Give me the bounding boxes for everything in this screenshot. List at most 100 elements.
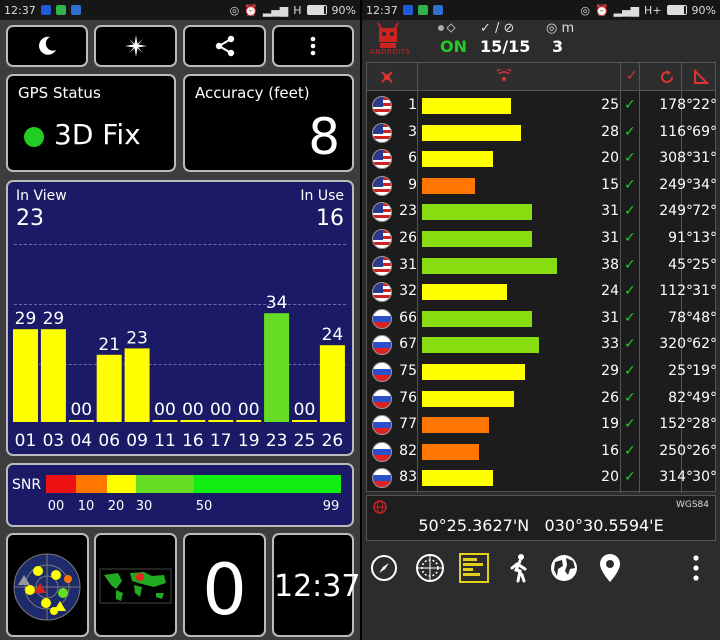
satellite-snr-label: 29 (43, 309, 65, 329)
elevation-cell: 49° (692, 389, 717, 406)
location-icon: ◎ (229, 3, 240, 17)
snr-cell: 24 (601, 283, 619, 300)
world-tab[interactable] (548, 552, 580, 584)
signal-list-tab[interactable] (458, 552, 490, 584)
radar-tab[interactable] (414, 552, 446, 584)
world-map-button[interactable] (94, 533, 177, 637)
satellite-snr-label: 00 (210, 400, 232, 420)
satellite-list-screen: 12:37 ◎ ⏰ ▂▄▆ H+ 90% ANDROITS ON ✓ / ⊘ 1… (362, 0, 720, 640)
accuracy-label: Accuracy (feet) (195, 84, 310, 102)
compass-icon (371, 555, 397, 581)
prn-cell: 77 (399, 416, 417, 433)
elevation-cell: 31° (692, 283, 717, 300)
elevation-cell: 30° (692, 469, 717, 486)
share-button[interactable] (183, 25, 266, 67)
prn-cell: 82 (399, 442, 417, 459)
status-bar: 12:37 ◎ ⏰ ▂▄▆ H+ 90% (362, 0, 720, 20)
snr-bar (422, 231, 533, 247)
used-check-icon: ✓ (624, 203, 636, 220)
satellite-prn-label: 23 (266, 431, 288, 451)
satellite-snr-label: 00 (182, 400, 204, 420)
prn-cell: 9 (408, 176, 417, 193)
vk-notification-icon (70, 5, 81, 15)
location-icon: ◎ (580, 3, 590, 17)
prn-cell: 1 (408, 97, 417, 113)
table-row[interactable]: 9 15 ✓ 249° 34° (367, 173, 717, 199)
coordinates: 50°25.3627'N 030°30.5594'E (367, 516, 715, 535)
table-row[interactable]: 23 31 ✓ 249° 72° (367, 199, 717, 225)
table-row[interactable]: 32 24 ✓ 112° 31° (367, 279, 717, 305)
snr-cell: 33 (601, 336, 619, 353)
logo-text: ANDROITS (370, 48, 411, 56)
night-mode-button[interactable] (6, 25, 88, 67)
satellite-bar (68, 420, 94, 422)
alarm-icon: ⏰ (594, 3, 609, 17)
table-row[interactable]: 76 26 ✓ 82° 49° (367, 386, 717, 412)
used-check-icon: ✓ (624, 363, 636, 379)
snr-label: SNR (12, 477, 41, 493)
fix-indicator-icon (24, 127, 44, 147)
snr-bar (422, 310, 533, 327)
snr-scale: SNR 00 10 20 30 50 99 (12, 475, 341, 514)
satellite-snr-label: 34 (266, 293, 288, 313)
satellite-signal-chart: In View 23 In Use 16 29 01 29 03 00 04 21 06 23 0… (6, 180, 354, 456)
longitude: 030°30.5594'E (544, 516, 664, 535)
snr-scale-segment (46, 475, 76, 493)
satellite-bar (236, 420, 262, 422)
satellite-snr-label: 24 (322, 325, 344, 345)
snr-bar (422, 204, 533, 221)
snr-bar (422, 337, 540, 354)
table-row[interactable]: 31 38 ✓ 45° 25° (367, 253, 717, 279)
table-row[interactable]: 83 20 ✓ 314° 30° (367, 465, 717, 491)
latitude: 50°25.3627'N (418, 516, 530, 535)
azimuth-cell: 308° (659, 150, 693, 167)
globe-icon (373, 500, 387, 514)
snr-scale-tick: 00 (48, 499, 65, 514)
tracking-tab[interactable] (504, 552, 536, 584)
coordinates-bar: WGS84 50°25.3627'N 030°30.5594'E (366, 495, 716, 541)
sky-view-button[interactable] (6, 533, 89, 637)
elevation-cell: 34° (692, 176, 717, 193)
table-row[interactable]: 77 19 ✓ 152° 28° (367, 412, 717, 438)
elevation-cell: 26° (692, 442, 717, 459)
snr-cell: 31 (601, 309, 619, 326)
used-check-icon: ✓ (624, 336, 636, 353)
table-row[interactable]: 75 29 ✓ 25° 19° (367, 359, 717, 385)
table-row[interactable]: 82 16 ✓ 250° 26° (367, 439, 717, 465)
snr-bar (422, 98, 511, 114)
snr-scale-tick: 50 (196, 499, 213, 514)
satellite-bar (208, 420, 234, 422)
compass-button[interactable] (94, 25, 177, 67)
satellite-snr-label: 21 (98, 335, 120, 355)
status-time: 12:37 (4, 3, 36, 17)
gps-state: ON (440, 37, 467, 56)
snr-cell: 28 (601, 123, 619, 140)
more-options-button[interactable] (272, 25, 354, 67)
snr-bar (422, 151, 493, 168)
prn-cell: 75 (399, 363, 417, 379)
battery-level: 90% (691, 3, 716, 17)
gps-status-label: GPS Status (18, 84, 101, 102)
satellite-prn-label: 06 (98, 431, 120, 451)
table-row[interactable]: 66 31 ✓ 78° 48° (367, 306, 717, 332)
snr-cell: 38 (601, 256, 619, 273)
table-row[interactable]: 1 25 ✓ 178° 22° (367, 93, 717, 119)
compass-tab[interactable] (368, 552, 400, 584)
satellite-bar (13, 329, 38, 422)
table-row[interactable]: 6 20 ✓ 308° 31° (367, 146, 717, 172)
table-row[interactable]: 67 33 ✓ 320° 62° (367, 332, 717, 358)
snr-cell: 29 (601, 363, 619, 379)
azimuth-cell: 82° (668, 389, 693, 406)
more-options-button[interactable] (680, 552, 712, 584)
table-row[interactable]: 3 28 ✓ 116° 69° (367, 120, 717, 146)
satellite-prn-label: 03 (43, 431, 65, 451)
satellite-prn-label: 19 (238, 431, 260, 451)
battery-level: 90% (331, 3, 356, 17)
accuracy-card: Accuracy (feet) 8 (183, 74, 354, 172)
table-row[interactable]: 26 31 ✓ 91° 13° (367, 226, 717, 252)
prn-cell: 32 (399, 283, 417, 300)
sats-used-icon: ✓ / ⊘ (480, 21, 515, 36)
gps-summary-header: ANDROITS ON ✓ / ⊘ 15/15 ◎ m 3 (362, 20, 720, 62)
speed-card: 0 (183, 533, 266, 637)
location-tab[interactable] (594, 552, 626, 584)
